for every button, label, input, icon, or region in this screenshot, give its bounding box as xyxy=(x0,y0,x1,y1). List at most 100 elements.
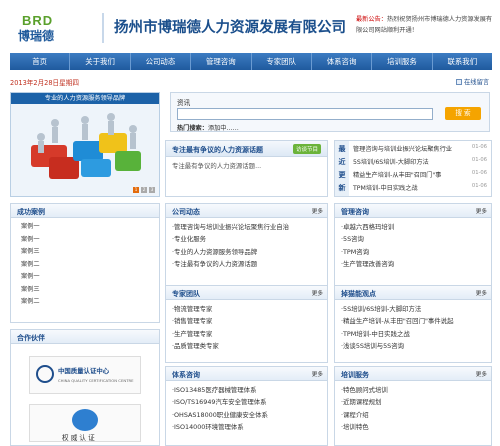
viewpoints-more[interactable]: 更多 xyxy=(476,289,487,297)
interview-tag[interactable]: 访谈节目 xyxy=(292,144,321,154)
case-item[interactable]: 案例三 xyxy=(11,246,159,259)
news-item[interactable]: ·专业化服务 xyxy=(172,233,321,245)
banner-dot-2[interactable]: 2 xyxy=(141,187,147,193)
training-item[interactable]: ·近期课程规划 xyxy=(341,396,485,408)
consult-item[interactable]: ·TPM咨询 xyxy=(341,246,485,258)
online-message-link[interactable]: 在线留言 xyxy=(456,77,489,86)
latest-item[interactable]: 管理咨询与培训业振兴论坛聚焦行业 01-06 xyxy=(353,144,489,153)
company-news-more[interactable]: 更多 xyxy=(312,207,323,215)
consult-item[interactable]: ·生产管理改善咨询 xyxy=(341,258,485,270)
cqc-name: 中国质量认证中心 xyxy=(58,367,110,375)
search-button[interactable]: 搜 索 xyxy=(445,107,481,120)
latest-updates-panel: 最 近 更 新 管理咨询与培训业振兴论坛聚焦行业 01-06 5S培训/6S培训-… xyxy=(334,140,492,197)
puzzle-people-illustration xyxy=(11,104,159,196)
viewpoint-item[interactable]: ·浅谈5S培训与5S咨询 xyxy=(341,340,485,352)
expert-item[interactable]: ·物流管理专家 xyxy=(172,303,321,315)
success-cases-header: 成功案例 xyxy=(11,204,159,218)
latest-char: 最 xyxy=(338,145,346,153)
system-item[interactable]: ·ISO13485医疗器械管理体系 xyxy=(172,384,321,396)
company-banner: 扬州市博瑞德人力资源发展有限公司 xyxy=(102,13,354,43)
nav-about[interactable]: 关于我们 xyxy=(70,53,131,70)
case-item[interactable]: 案例一 xyxy=(11,271,159,284)
expert-team-title: 专家团队 xyxy=(172,290,200,298)
training-item[interactable]: ·课程介绍 xyxy=(341,409,485,421)
case-item[interactable]: 案例二 xyxy=(11,296,159,309)
banner-pager: 1 2 3 xyxy=(133,187,155,193)
nav-experts[interactable]: 专家团队 xyxy=(252,53,312,70)
hot-search: 热门搜索：添加中…… xyxy=(177,123,239,132)
partners-title: 合作伙伴 xyxy=(17,334,45,342)
expert-item[interactable]: ·销售管理专家 xyxy=(172,315,321,327)
search-label: 资讯 xyxy=(177,99,191,107)
nav-system[interactable]: 体系咨询 xyxy=(312,53,373,70)
latest-item[interactable]: 精益生产培训-从丰田"召回门"事 01-06 xyxy=(353,170,489,179)
training-title: 培训服务 xyxy=(341,371,369,379)
notice-ticker[interactable]: 最新公告：热烈祝贺扬州市博瑞德人力资源发展有限公司网站顺利开通！ xyxy=(356,14,496,36)
latest-item[interactable]: TPM培训-中日实践之战 01-06 xyxy=(353,183,489,192)
online-message-label: 在线留言 xyxy=(464,79,490,86)
latest-item-date: 01-06 xyxy=(471,157,487,163)
system-item[interactable]: ·ISO/TS16949汽车安全管理体系 xyxy=(172,396,321,408)
training-item[interactable]: ·特色顾问式培训 xyxy=(341,384,485,396)
cqc-logo[interactable]: 中国质量认证中心 CHINA QUALITY CERTIFICATION CEN… xyxy=(29,356,141,394)
nav-contact[interactable]: 联系我们 xyxy=(433,53,492,70)
partners-header: 合作伙伴 xyxy=(11,330,159,344)
focus-topic-body[interactable]: 专注最有争议的人力资源话题... xyxy=(172,161,261,170)
latest-char: 近 xyxy=(338,158,346,166)
training-more[interactable]: 更多 xyxy=(476,370,487,378)
case-item[interactable]: 案例一 xyxy=(11,234,159,247)
system-item[interactable]: ·ISO14000环境管理体系 xyxy=(172,421,321,433)
management-consult-panel: 管理咨询 更多 ·卓越六西格玛培训 ·5S咨询 ·TPM咨询 ·生产管理改善咨询 xyxy=(334,203,492,286)
message-icon xyxy=(456,78,462,85)
banner-slideshow[interactable]: 专业的人力资源服务领导品牌 1 2 3 xyxy=(10,92,160,197)
focus-topic-header: 专注最有争议的人力资源话题 访谈节目 xyxy=(166,141,327,157)
training-panel: 培训服务 更多 ·特色顾问式培训 ·近期课程规划 ·课程介绍 ·培训特色 xyxy=(334,366,492,446)
case-item[interactable]: 案例三 xyxy=(11,284,159,297)
system-consult-more[interactable]: 更多 xyxy=(312,370,323,378)
search-input[interactable] xyxy=(177,108,433,120)
case-item[interactable]: 案例一 xyxy=(11,221,159,234)
nav-consult[interactable]: 管理咨询 xyxy=(191,53,252,70)
nav-training[interactable]: 培训服务 xyxy=(372,53,433,70)
latest-item-text: 管理咨询与培训业振兴论坛聚焦行业 xyxy=(353,146,452,153)
expert-item[interactable]: ·生产管理专家 xyxy=(172,328,321,340)
system-item[interactable]: ·OHSAS18000职业健康安全体系 xyxy=(172,409,321,421)
viewpoint-item[interactable]: ·精益生产培训-从丰田"召回门"事件说起 xyxy=(341,315,485,327)
system-consult-title: 体系咨询 xyxy=(172,371,200,379)
banner-dot-3[interactable]: 3 xyxy=(149,187,155,193)
latest-updates-label: 最 近 更 新 xyxy=(335,141,349,196)
authority-cert-logo[interactable]: 权 威 认 证 xyxy=(29,404,141,442)
case-item[interactable]: 案例二 xyxy=(11,259,159,272)
consult-item[interactable]: ·卓越六西格玛培训 xyxy=(341,221,485,233)
company-name: 扬州市博瑞德人力资源发展有限公司 xyxy=(114,20,346,36)
main-nav: 首页 关于我们 公司动态 管理咨询 专家团队 体系咨询 培训服务 联系我们 xyxy=(10,53,492,70)
latest-item-date: 01-06 xyxy=(471,144,487,150)
news-item[interactable]: ·专注最有争议的人力资源话题 xyxy=(172,258,321,270)
consult-item[interactable]: ·5S咨询 xyxy=(341,233,485,245)
ngv-globe-icon xyxy=(72,409,98,431)
viewpoint-item[interactable]: ·5S培训/6S培训-大脚印方法 xyxy=(341,303,485,315)
latest-char: 更 xyxy=(338,171,346,179)
latest-item-date: 01-06 xyxy=(471,183,487,189)
company-news-panel: 公司动态 更多 ·管理咨询与培训业振兴论坛聚焦行业自治 ·专业化服务 ·专业的人力… xyxy=(165,203,328,286)
viewpoint-item[interactable]: ·TPM培训-中日实践之战 xyxy=(341,328,485,340)
latest-item-text: 5S培训/6S培训-大脚印方法 xyxy=(353,159,429,166)
banner-dot-1[interactable]: 1 xyxy=(133,187,139,193)
hot-search-value: 添加中…… xyxy=(207,125,239,132)
success-cases-panel: 成功案例 案例一 案例一 案例三 案例二 案例一 案例三 案例二 xyxy=(10,203,160,323)
expert-item[interactable]: ·品质管理类专家 xyxy=(172,340,321,352)
nav-home[interactable]: 首页 xyxy=(10,53,71,70)
news-item[interactable]: ·专业的人力资源服务领导品牌 xyxy=(172,246,321,258)
training-item[interactable]: ·培训特色 xyxy=(341,421,485,433)
expert-team-more[interactable]: 更多 xyxy=(312,289,323,297)
logo-cn: 博瑞德 xyxy=(18,29,55,43)
hot-search-label: 热门搜索： xyxy=(177,125,208,132)
focus-topic-title[interactable]: 专注最有争议的人力资源话题 xyxy=(172,145,263,155)
partners-panel: 合作伙伴 中国质量认证中心 CHINA QUALITY CERTIFICATIO… xyxy=(10,329,160,446)
cqc-emblem-icon xyxy=(36,365,54,383)
news-item[interactable]: ·管理咨询与培训业振兴论坛聚焦行业自治 xyxy=(172,221,321,233)
nav-news[interactable]: 公司动态 xyxy=(131,53,192,70)
latest-item[interactable]: 5S培训/6S培训-大脚印方法 01-06 xyxy=(353,157,489,166)
management-consult-more[interactable]: 更多 xyxy=(476,207,487,215)
focus-topic-panel: 专注最有争议的人力资源话题 访谈节目 专注最有争议的人力资源话题... xyxy=(165,140,328,197)
